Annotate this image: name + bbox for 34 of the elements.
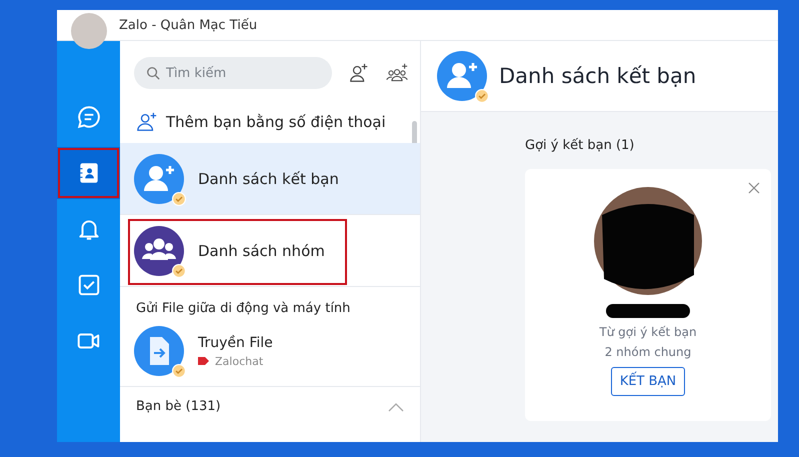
contact-menu-item[interactable]: Danh sách nhóm — [120, 215, 420, 287]
tag-icon — [198, 357, 209, 365]
close-button[interactable] — [747, 181, 761, 195]
add-friend-button[interactable]: KẾT BẠN — [610, 367, 686, 396]
verified-badge-icon — [172, 192, 186, 206]
add-group-icon[interactable] — [386, 62, 408, 84]
section-heading: Gợi ý kết bạn (1) — [525, 138, 636, 153]
suggestion-source: Từ gợi ý kết bạn — [599, 325, 697, 339]
file-transfer-icon — [134, 326, 184, 376]
add-person-icon — [136, 111, 158, 133]
file-transfer-item[interactable]: Truyền File Zalochat — [120, 324, 420, 387]
menu-label: Danh sách nhóm — [198, 242, 325, 260]
add-friend-icon — [437, 51, 487, 101]
window-title: Zalo - Quân Mạc Tiếu — [119, 18, 258, 32]
profile-avatar[interactable] — [71, 13, 107, 49]
chat-icon — [76, 104, 102, 130]
tag-label: Zalochat — [215, 354, 264, 368]
menu-label: Danh sách kết bạn — [198, 170, 339, 188]
verified-badge-icon — [172, 264, 186, 278]
section-heading: Gửi File giữa di động và máy tính — [135, 300, 352, 318]
section-heading: Bạn bè (131) — [136, 399, 221, 414]
item-name: Truyền File — [198, 334, 273, 350]
contact-menu-item[interactable]: Danh sách kết bạn — [120, 143, 420, 215]
search-field[interactable]: Tìm kiếm — [134, 57, 332, 89]
page-title: Danh sách kết bạn — [499, 64, 696, 88]
group-icon — [134, 226, 184, 276]
add-by-phone-button[interactable]: Thêm bạn bằng số điện thoại — [120, 95, 420, 143]
chevron-up-icon[interactable] — [388, 402, 404, 412]
mutual-groups: 2 nhóm chung — [604, 345, 692, 359]
verified-badge-icon — [172, 364, 186, 378]
verified-badge-icon — [475, 89, 489, 103]
sidebar-tab[interactable] — [57, 147, 120, 199]
add-friend-icon — [134, 154, 184, 204]
add-friend-icon[interactable] — [348, 62, 370, 84]
